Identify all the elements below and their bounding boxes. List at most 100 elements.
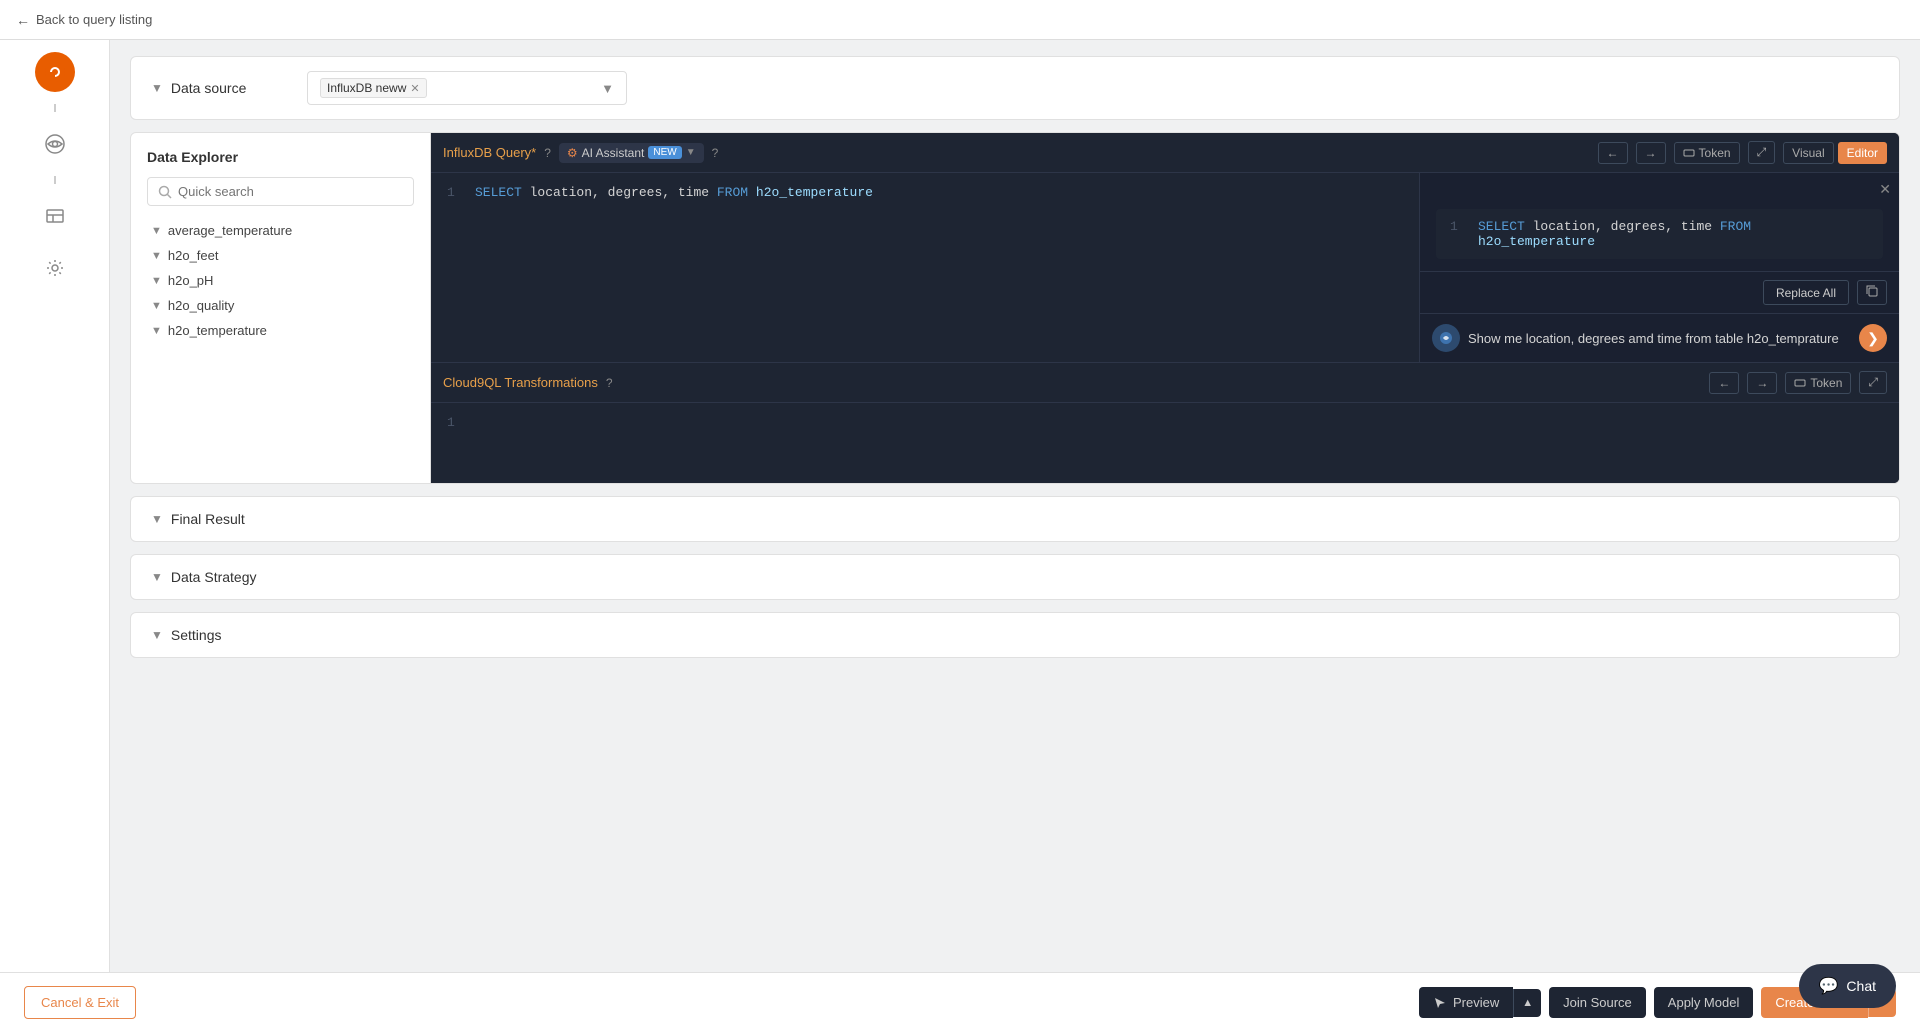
ai-code-preview: 1 SELECT location, degrees, time FROM h2… — [1436, 209, 1883, 259]
collapse-chevron[interactable]: ▼ — [151, 81, 163, 95]
final-result-header[interactable]: ▼ Final Result — [131, 497, 1899, 541]
data-strategy-section: ▼ Data Strategy — [130, 554, 1900, 600]
cloud9-area[interactable]: 1 — [431, 403, 1899, 483]
token-icon — [1683, 147, 1695, 159]
query-help-icon[interactable]: ? — [544, 146, 551, 160]
query-label: InfluxDB Query* — [443, 145, 536, 160]
ai-send-btn[interactable]: ❯ — [1859, 324, 1887, 352]
chat-btn[interactable]: 💬 Chat — [1799, 964, 1897, 1008]
replace-all-btn[interactable]: Replace All — [1763, 280, 1849, 305]
sidebar-settings-btn[interactable] — [35, 248, 75, 288]
tree-item-h2o-feet[interactable]: ▼ h2o_feet — [147, 243, 414, 268]
data-source-row: ▼ Data source InfluxDB neww ✕ ▼ — [151, 71, 1879, 105]
cloud9-label: Cloud9QL Transformations — [443, 375, 598, 390]
cloud9-token-btn[interactable]: Token — [1785, 372, 1851, 394]
undo-btn[interactable]: ← — [1598, 142, 1628, 164]
copy-btn[interactable] — [1857, 280, 1887, 305]
explorer-left: Data Explorer ▼ average_temperature — [131, 133, 431, 483]
ai-code-line: 1 SELECT location, degrees, time FROM h2… — [1450, 219, 1869, 249]
data-source-text: Data source — [171, 80, 246, 96]
ai-actions: Replace All — [1420, 271, 1899, 313]
code-area[interactable]: 1 SELECT location, degrees, time FROM h2… — [431, 173, 1419, 362]
ai-text-input[interactable] — [1468, 331, 1851, 346]
editor-btn[interactable]: Editor — [1838, 142, 1887, 164]
settings-section: ▼ Settings — [130, 612, 1900, 658]
preview-btn[interactable]: Preview — [1419, 987, 1513, 1018]
help-circle-icon[interactable]: ? — [712, 146, 719, 160]
main-content: ▼ Data source InfluxDB neww ✕ ▼ Data Exp… — [110, 40, 1920, 972]
ai-panel: ✕ 1 SELECT location, degrees, time FROM — [1419, 173, 1899, 362]
cloud9-redo-btn[interactable]: → — [1747, 372, 1777, 394]
selected-tag: InfluxDB neww ✕ — [320, 78, 427, 98]
data-source-select[interactable]: InfluxDB neww ✕ ▼ — [307, 71, 627, 105]
data-strategy-header[interactable]: ▼ Data Strategy — [131, 555, 1899, 599]
join-source-btn[interactable]: Join Source — [1549, 987, 1646, 1018]
sidebar-logo-btn[interactable] — [35, 52, 75, 92]
preview-btn-group: Preview ▲ — [1419, 987, 1541, 1018]
tree-item-average-temperature[interactable]: ▼ average_temperature — [147, 218, 414, 243]
final-result-section: ▼ Final Result — [130, 496, 1900, 542]
cloud9-undo-btn[interactable]: ← — [1709, 372, 1739, 394]
expand-btn[interactable]: ⤢ — [1748, 141, 1776, 164]
sidebar-eye-btn[interactable] — [35, 124, 75, 164]
tree-chevron-icon: ▼ — [151, 225, 162, 237]
main-layout: ▼ Data source InfluxDB neww ✕ ▼ Data Exp… — [0, 40, 1920, 972]
redo-btn[interactable]: → — [1636, 142, 1666, 164]
sidebar-icons — [0, 40, 110, 972]
ai-assistant-label: AI Assistant — [582, 146, 645, 160]
connector-2 — [54, 176, 56, 184]
search-input[interactable] — [178, 184, 403, 199]
cloud9-expand-btn[interactable]: ⤢ — [1859, 371, 1887, 394]
bottom-bar: Cancel & Exit Preview ▲ Join Source Appl… — [0, 972, 1920, 1032]
ai-input-row: ❯ — [1420, 313, 1899, 362]
explorer-content: Data Explorer ▼ average_temperature — [131, 133, 1899, 483]
ai-avatar-icon — [1432, 324, 1460, 352]
view-toggle: Visual Editor — [1783, 142, 1887, 164]
preview-cursor-icon — [1433, 996, 1447, 1010]
tree-item-h2o-ph[interactable]: ▼ h2o_pH — [147, 268, 414, 293]
data-source-section: ▼ Data source InfluxDB neww ✕ ▼ — [130, 56, 1900, 120]
tree-item-h2o-temperature[interactable]: ▼ h2o_temperature — [147, 318, 414, 343]
apply-model-btn[interactable]: Apply Model — [1654, 987, 1754, 1018]
final-result-title: Final Result — [171, 511, 245, 527]
new-badge: NEW — [648, 146, 681, 159]
back-label: Back to query listing — [36, 12, 152, 27]
editor-toolbar: InfluxDB Query* ? ⚙ AI Assistant NEW ▼ ?… — [431, 133, 1899, 173]
preview-dropdown-btn[interactable]: ▲ — [1513, 989, 1541, 1017]
cancel-exit-btn[interactable]: Cancel & Exit — [24, 986, 136, 1019]
search-box[interactable] — [147, 177, 414, 206]
cloud9-help-icon[interactable]: ? — [606, 376, 613, 390]
copy-icon — [1866, 285, 1878, 297]
cloud9-token-icon — [1794, 377, 1806, 389]
explorer-section: Data Explorer ▼ average_temperature — [130, 132, 1900, 484]
ai-assistant-badge[interactable]: ⚙ AI Assistant NEW ▼ — [559, 143, 704, 163]
tag-close-icon[interactable]: ✕ — [410, 82, 419, 95]
tree-chevron-icon: ▼ — [151, 275, 162, 287]
data-source-label: ▼ Data source — [151, 80, 291, 96]
data-strategy-title: Data Strategy — [171, 569, 257, 585]
visual-btn[interactable]: Visual — [1783, 142, 1833, 164]
search-icon — [158, 185, 172, 199]
editor-main: 1 SELECT location, degrees, time FROM h2… — [431, 173, 1899, 362]
connector-1 — [54, 104, 56, 112]
tree-chevron-icon: ▼ — [151, 300, 162, 312]
ai-icon: ⚙ — [567, 146, 578, 160]
token-btn[interactable]: Token — [1674, 142, 1740, 164]
settings-header[interactable]: ▼ Settings — [131, 613, 1899, 657]
select-chevron-icon: ▼ — [601, 81, 614, 96]
settings-chevron: ▼ — [151, 628, 163, 642]
tree-item-h2o-quality[interactable]: ▼ h2o_quality — [147, 293, 414, 318]
final-result-chevron: ▼ — [151, 512, 163, 526]
tree-chevron-icon: ▼ — [151, 325, 162, 337]
sidebar-table-btn[interactable] — [35, 196, 75, 236]
chat-label: Chat — [1846, 978, 1876, 994]
code-line-1: 1 SELECT location, degrees, time FROM h2… — [447, 185, 1403, 200]
ai-panel-close-btn[interactable]: ✕ — [1879, 181, 1891, 198]
top-bar: ← Back to query listing — [0, 0, 1920, 40]
ai-suggestion: 1 SELECT location, degrees, time FROM h2… — [1420, 173, 1899, 271]
settings-title: Settings — [171, 627, 222, 643]
cloud9-section: Cloud9QL Transformations ? ← → Token ⤢ — [431, 362, 1899, 483]
back-link[interactable]: ← Back to query listing — [16, 12, 152, 28]
data-explorer-title: Data Explorer — [147, 149, 414, 165]
ai-chevron-icon: ▼ — [686, 147, 696, 158]
